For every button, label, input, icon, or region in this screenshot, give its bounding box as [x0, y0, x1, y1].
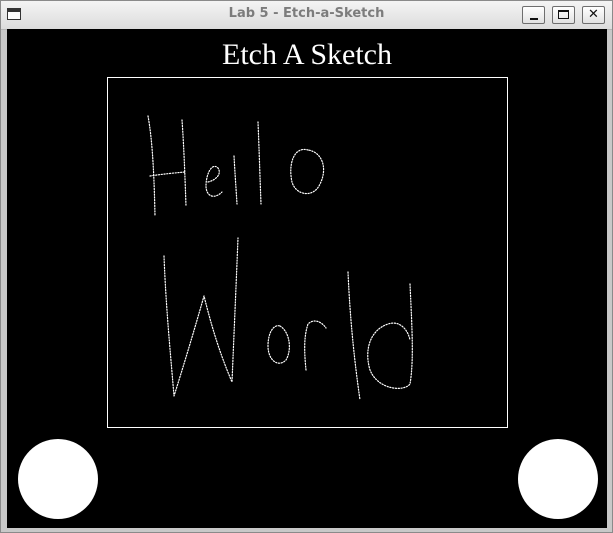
horizontal-knob[interactable]: [18, 439, 98, 519]
stroke-l3: [347, 271, 361, 401]
sketch-canvas: Etch A Sketch: [7, 29, 607, 528]
stroke-r: [304, 320, 327, 371]
stroke-o2: [267, 325, 290, 364]
title-bar[interactable]: Lab 5 - Etch-a-Sketch ✕: [1, 1, 612, 30]
app-heading: Etch A Sketch: [222, 38, 392, 71]
stroke-w: [163, 237, 239, 397]
stroke-l1: [233, 155, 238, 205]
stroke-e: [205, 165, 223, 197]
window-title: Lab 5 - Etch-a-Sketch: [228, 6, 385, 21]
stroke-d: [367, 283, 413, 389]
stroke-l2: [257, 121, 262, 205]
close-button[interactable]: ✕: [582, 6, 605, 24]
stroke-h-right: [181, 119, 187, 207]
minimize-button[interactable]: [522, 6, 545, 24]
app-window: Lab 5 - Etch-a-Sketch ✕ Etch A Sketch: [0, 0, 613, 533]
vertical-knob[interactable]: [518, 439, 598, 519]
drawing-screen[interactable]: [107, 77, 508, 428]
stroke-o1: [290, 148, 325, 195]
drawing-strokes: [147, 115, 413, 401]
stroke-h-bar: [149, 171, 186, 177]
stroke-h-left: [147, 115, 156, 217]
maximize-button[interactable]: [552, 6, 575, 24]
